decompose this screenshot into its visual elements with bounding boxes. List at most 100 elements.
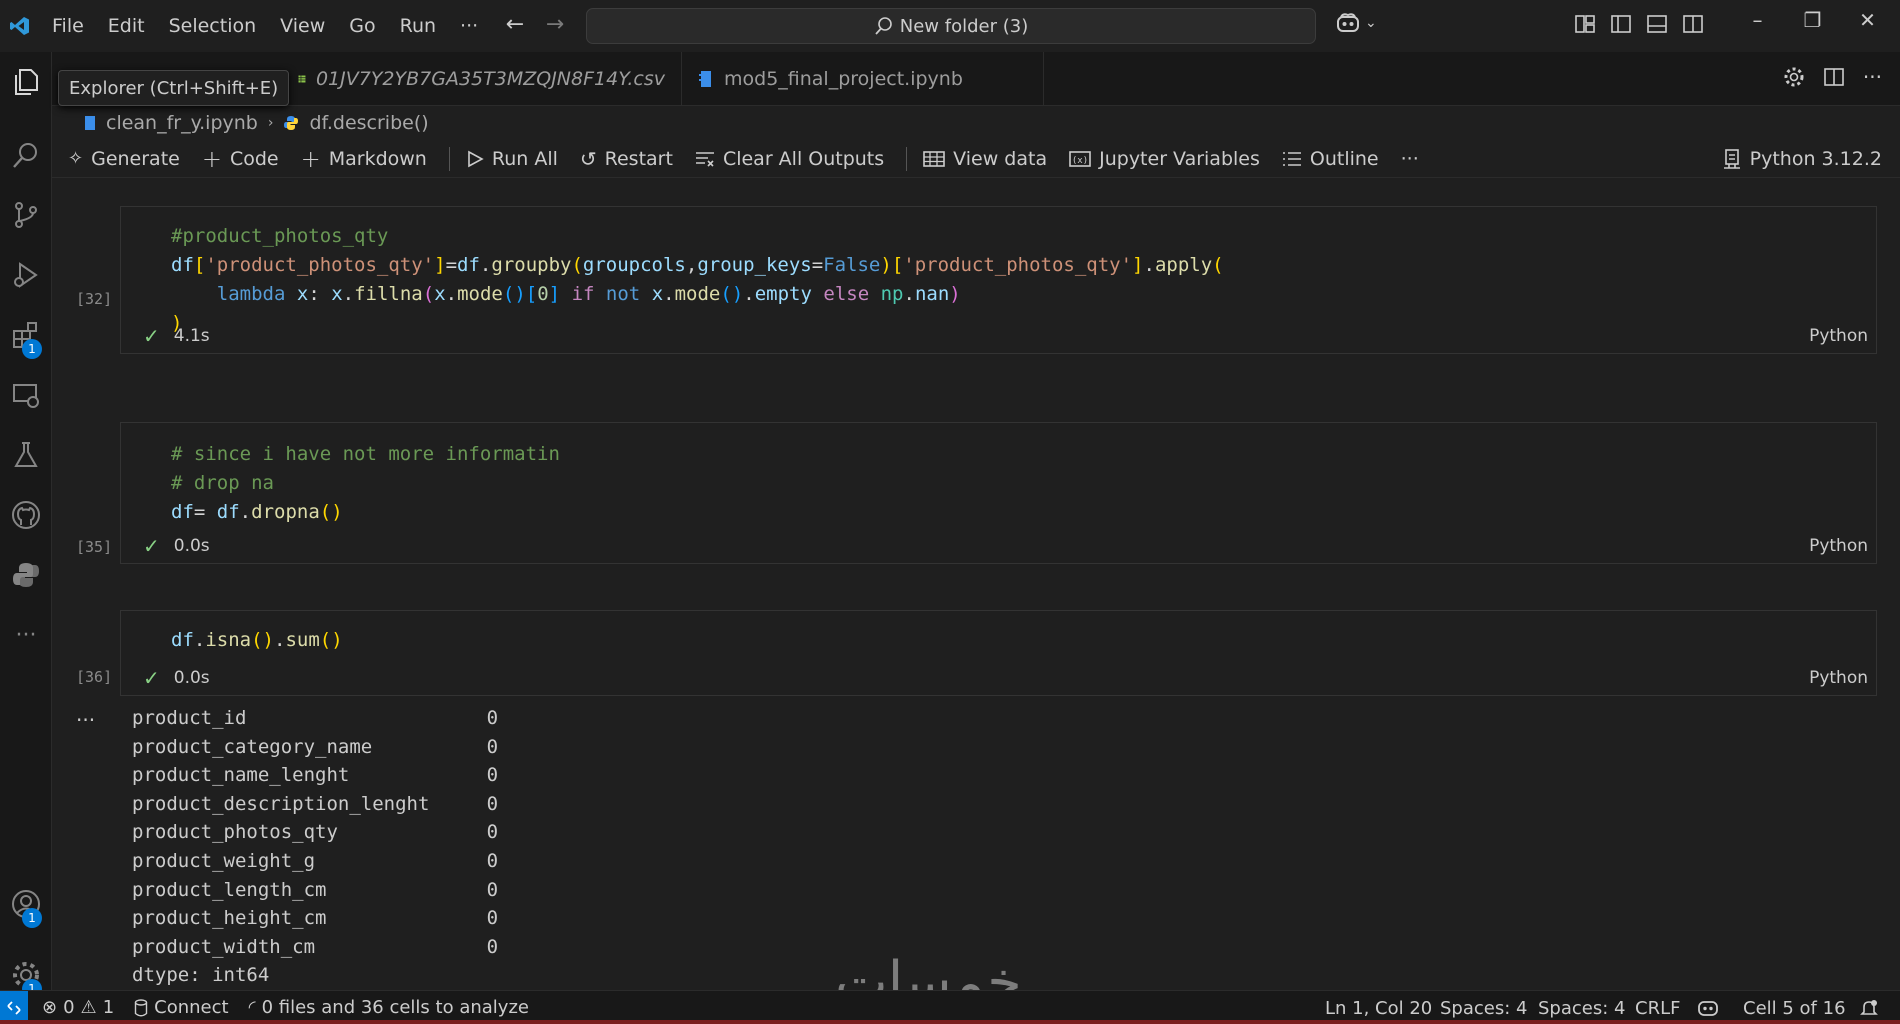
- more-actions-icon[interactable]: ···: [1863, 66, 1882, 88]
- chevron-down-icon: ⌄: [1365, 15, 1377, 31]
- warning-icon: ⚠: [80, 997, 97, 1018]
- check-icon: ✓: [143, 666, 160, 690]
- connect-button[interactable]: Connect: [134, 997, 229, 1018]
- explorer-icon[interactable]: [0, 52, 52, 112]
- cell-language[interactable]: Python: [1809, 536, 1868, 556]
- breadcrumb-file[interactable]: clean_fr_y.ipynb: [106, 112, 258, 134]
- close-icon[interactable]: ✕: [1840, 8, 1895, 32]
- menu-run[interactable]: Run: [388, 15, 448, 37]
- python-icon: [284, 116, 299, 130]
- back-arrow-icon[interactable]: ←: [495, 12, 535, 37]
- cell-language[interactable]: Python: [1809, 668, 1868, 688]
- search-icon[interactable]: [0, 125, 52, 185]
- output-row: product_width_cm 0: [132, 933, 498, 962]
- extensions-badge: 1: [22, 339, 42, 359]
- gear-icon[interactable]: [1783, 66, 1805, 88]
- plus-icon: +: [300, 144, 321, 173]
- tab-notebook[interactable]: mod5_final_project.ipynb: [682, 52, 1044, 106]
- output-row: product_length_cm 0: [132, 876, 498, 905]
- plus-icon: +: [201, 144, 222, 173]
- cell-status: ✓ 4.1s Python: [121, 319, 1876, 353]
- menu-selection[interactable]: Selection: [157, 15, 269, 37]
- restart-icon: ↺: [579, 146, 597, 171]
- output-dtype: dtype: int64: [132, 964, 270, 987]
- add-code-button[interactable]: + Code: [202, 145, 279, 173]
- restart-label: Restart: [604, 147, 673, 170]
- tab-csv[interactable]: 01JV7Y2YB7GA35T3MZQJN8F14Y.csv: [282, 52, 682, 106]
- code-label: Code: [229, 147, 279, 170]
- cell-status: ✓ 0.0s Python: [121, 661, 1876, 695]
- output-null-count: 0: [486, 707, 499, 729]
- generate-button[interactable]: ✧ Generate: [68, 148, 180, 170]
- restart-button[interactable]: ↺ Restart: [580, 147, 673, 171]
- extensions-icon[interactable]: 1: [0, 305, 52, 365]
- command-center[interactable]: New folder (3): [586, 8, 1316, 44]
- copilot-button[interactable]: ⌄: [1335, 12, 1377, 34]
- play-icon: [468, 150, 484, 167]
- github-icon[interactable]: [0, 485, 52, 545]
- accounts-icon[interactable]: 1: [0, 874, 52, 934]
- python-icon[interactable]: [0, 545, 52, 605]
- code-cell[interactable]: # since i have not more informatin # dro…: [120, 422, 1877, 564]
- database-icon: [134, 998, 148, 1016]
- run-all-button[interactable]: Run All: [466, 148, 558, 170]
- output-row: product_description_lenght 0: [132, 790, 498, 819]
- title-bar: File Edit Selection View Go Run ··· ← → …: [0, 0, 1900, 52]
- add-markdown-button[interactable]: + Markdown: [301, 145, 427, 173]
- minimize-icon[interactable]: –: [1730, 8, 1785, 32]
- breadcrumb: clean_fr_y.ipynb › df.describe(): [52, 106, 1900, 140]
- output-null-count: 0: [486, 878, 499, 901]
- more-toolbar-button[interactable]: ···: [1401, 148, 1419, 170]
- menu-bar: File Edit Selection View Go Run ···: [40, 0, 490, 52]
- output-column-name: product_description_lenght: [132, 792, 487, 815]
- kernel-picker[interactable]: Python 3.12.2: [1722, 140, 1882, 178]
- code-cell[interactable]: #product_photos_qty df['product_photos_q…: [120, 206, 1877, 354]
- jupyter-variables-button[interactable]: (x) Jupyter Variables: [1069, 148, 1260, 170]
- customize-layout-icon[interactable]: [1573, 12, 1597, 36]
- more-views-icon[interactable]: ···: [0, 605, 52, 665]
- editor-tabs: 01JV7Y2YB7GA35T3MZQJN8F14Y.csv mod5_fina…: [52, 52, 1900, 106]
- view-data-button[interactable]: View data: [923, 148, 1047, 170]
- run-debug-icon[interactable]: [0, 245, 52, 305]
- generate-label: Generate: [91, 147, 180, 170]
- more-label: ···: [1400, 147, 1419, 170]
- cell-language[interactable]: Python: [1809, 326, 1868, 346]
- menu-view[interactable]: View: [268, 15, 337, 37]
- toolbar-divider: [448, 146, 450, 171]
- analysis-status[interactable]: ◜ 0 files and 36 cells to analyze: [249, 997, 529, 1018]
- source-control-icon[interactable]: [0, 185, 52, 245]
- notebook-file-icon: [699, 71, 711, 87]
- output-column-name: product_name_lenght: [132, 764, 487, 787]
- restore-icon[interactable]: ❐: [1785, 8, 1840, 32]
- problems-indicator[interactable]: ⊗ 0 ⚠ 1: [42, 997, 114, 1018]
- notebook-toolbar: ✧ Generate + Code + Markdown Run All ↺ Resta…: [52, 140, 1900, 178]
- remote-explorer-icon[interactable]: [0, 365, 52, 425]
- code-cell[interactable]: df.isna().sum() ✓ 0.0s Python: [120, 610, 1877, 696]
- vscode-logo-icon: [0, 0, 40, 52]
- menu-more[interactable]: ···: [448, 15, 490, 37]
- toggle-primary-sidebar-icon[interactable]: [1609, 12, 1633, 36]
- clear-outputs-button[interactable]: Clear All Outputs: [695, 148, 884, 170]
- search-icon: [875, 17, 892, 35]
- breadcrumb-symbol[interactable]: df.describe(): [309, 112, 428, 134]
- menu-file[interactable]: File: [40, 15, 96, 37]
- split-editor-icon[interactable]: [1823, 66, 1845, 88]
- outline-button[interactable]: Outline: [1282, 148, 1379, 170]
- output-actions-button[interactable]: ···: [76, 708, 95, 732]
- cell-source[interactable]: # since i have not more informatin # dro…: [121, 423, 1876, 527]
- output-column-name: product_length_cm: [132, 878, 487, 901]
- sparkle-icon: ✧: [68, 148, 84, 169]
- output-null-count: 0: [486, 792, 499, 815]
- jupyter-variables-label: Jupyter Variables: [1099, 147, 1260, 170]
- toggle-panel-icon[interactable]: [1645, 12, 1669, 36]
- menu-go[interactable]: Go: [337, 15, 387, 37]
- cell-source[interactable]: df.isna().sum(): [121, 611, 1876, 655]
- testing-icon[interactable]: [0, 425, 52, 485]
- remote-indicator-icon[interactable]: [0, 990, 28, 1024]
- output-row: product_id 0: [132, 704, 498, 733]
- kernel-label: Python 3.12.2: [1749, 148, 1882, 170]
- menu-edit[interactable]: Edit: [96, 15, 157, 37]
- connect-label: Connect: [154, 997, 229, 1018]
- forward-arrow-icon[interactable]: →: [535, 12, 575, 37]
- toggle-secondary-sidebar-icon[interactable]: [1681, 12, 1705, 36]
